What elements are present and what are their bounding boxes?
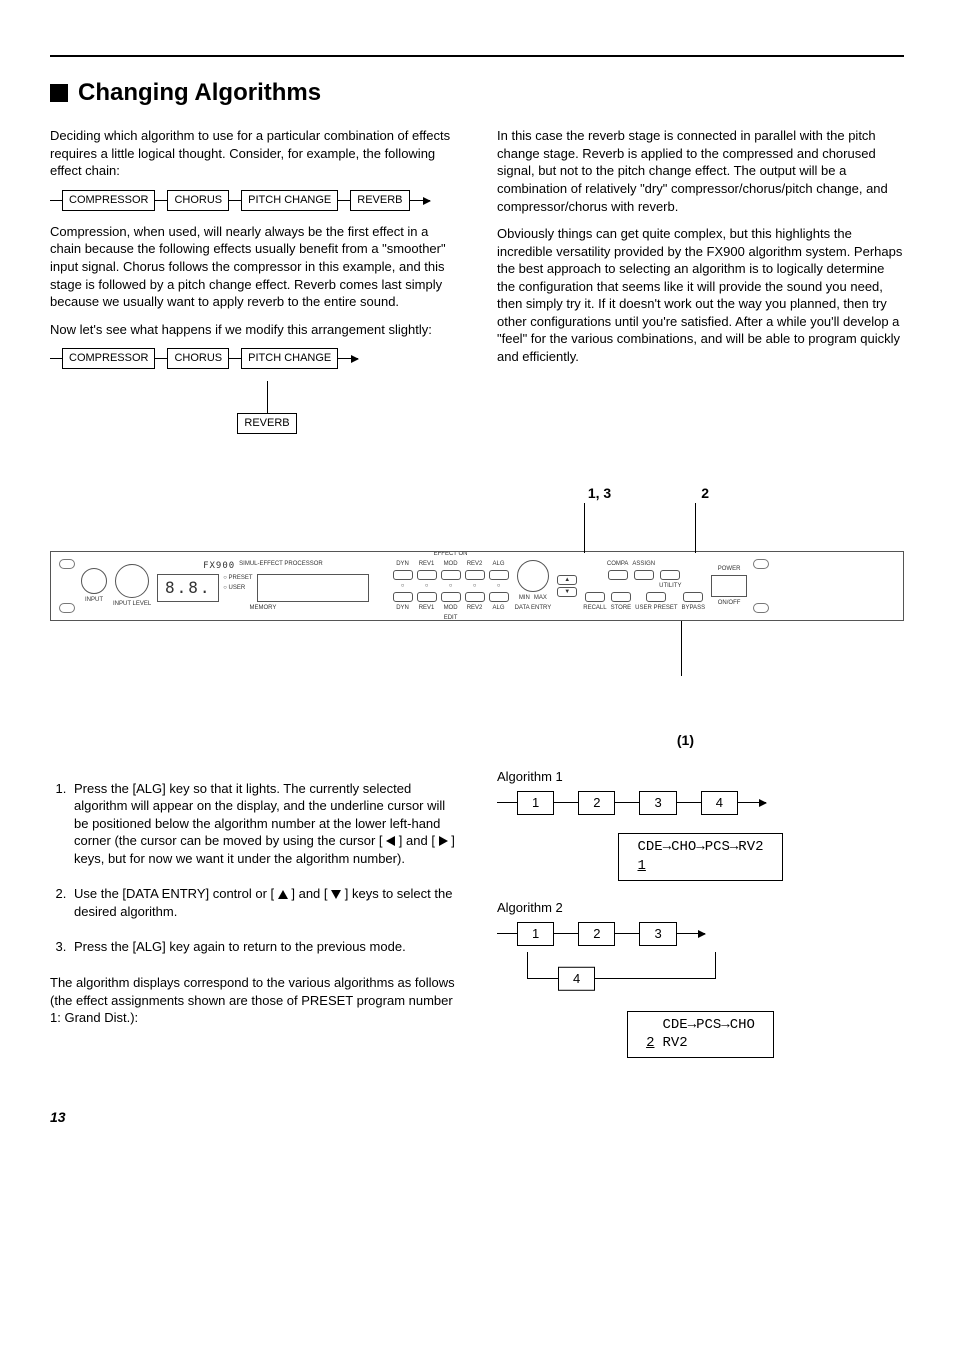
arrow-icon: [677, 933, 705, 934]
panel-numeric-display: 8.8.: [157, 574, 219, 602]
callout-1-leader: [50, 621, 904, 676]
two-column-layout: Deciding which algorithm to use for a pa…: [50, 127, 904, 433]
lower-right-column: Algorithm 1 1 2 3 4 CDE→CHO→PCS→RV2 1 Al…: [497, 750, 904, 1059]
effect-chain-1: COMPRESSOR CHORUS PITCH CHANGE REVERB: [50, 190, 457, 211]
steps-list: Press the [ALG] key so that it lights. T…: [50, 780, 457, 956]
front-panel-illustration: INPUT INPUT LEVEL FX900SIMUL-EFFECT PROC…: [50, 551, 904, 621]
arrow-icon: [738, 802, 766, 803]
lower-left-column: Press the [ALG] key so that it lights. T…: [50, 750, 457, 1059]
right-paragraph-2: Obviously things can get quite complex, …: [497, 225, 904, 365]
title-text: Changing Algorithms: [78, 77, 321, 109]
algorithm-1-title: Algorithm 1: [497, 768, 904, 786]
panel-leader-lines: [50, 503, 904, 553]
section-title: Changing Algorithms: [50, 77, 904, 109]
page-number: 13: [50, 1108, 904, 1127]
step-1: Press the [ALG] key so that it lights. T…: [70, 780, 457, 868]
closing-paragraph: The algorithm displays correspond to the…: [50, 974, 457, 1027]
callout-1-3: 1, 3: [588, 484, 611, 503]
cursor-right-icon: [439, 836, 448, 846]
intro-paragraph: Deciding which algorithm to use for a pa…: [50, 127, 457, 180]
chain1-reverb: REVERB: [350, 190, 409, 211]
right-paragraph-1: In this case the reverb stage is connect…: [497, 127, 904, 215]
arrow-icon: [410, 200, 430, 201]
cursor-up-icon: [278, 890, 288, 899]
square-bullet-icon: [50, 84, 68, 102]
power-button: [711, 575, 747, 597]
algorithm-1-diagram: 1 2 3 4: [497, 791, 904, 815]
chain1-pitch-change: PITCH CHANGE: [241, 190, 338, 211]
effect-chain-2: COMPRESSOR CHORUS PITCH CHANGE REVERB: [50, 348, 457, 434]
panel-callout-labels: 1, 3 2: [50, 484, 904, 503]
algorithm-2-display: 2 CDE→PCS→CHO RV2: [627, 1011, 774, 1059]
panel-lcd: [257, 574, 369, 602]
cursor-down-icon: [331, 890, 341, 899]
chain2-pitch-change: PITCH CHANGE: [241, 348, 338, 369]
lower-two-column: Press the [ALG] key so that it lights. T…: [50, 750, 904, 1059]
down-button: ▼: [557, 587, 577, 597]
chain2-chorus: CHORUS: [167, 348, 229, 369]
left-column: Deciding which algorithm to use for a pa…: [50, 127, 457, 433]
callout-2: 2: [701, 484, 709, 503]
algorithm-2-title: Algorithm 2: [497, 899, 904, 917]
alg-button: [489, 570, 509, 580]
chain1-chorus: CHORUS: [167, 190, 229, 211]
top-rule: [50, 55, 904, 57]
up-button: ▲: [557, 575, 577, 585]
right-column: In this case the reverb stage is connect…: [497, 127, 904, 433]
algorithm-1-display: CDE→CHO→PCS→RV2 1: [618, 833, 782, 881]
step-3: Press the [ALG] key again to return to t…: [70, 938, 457, 956]
algorithm-2-diagram: 1 2 3 4: [497, 922, 904, 979]
arrow-icon: [338, 358, 358, 359]
chain2-reverb: REVERB: [237, 413, 296, 434]
callout-1: (1): [50, 731, 904, 750]
step-2: Use the [DATA ENTRY] control or [ ] and …: [70, 885, 457, 920]
paragraph-3: Now let's see what happens if we modify …: [50, 321, 457, 339]
data-entry-knob: [517, 560, 549, 592]
paragraph-2: Compression, when used, will nearly alwa…: [50, 223, 457, 311]
chain2-compressor: COMPRESSOR: [62, 348, 155, 369]
chain1-compressor: COMPRESSOR: [62, 190, 155, 211]
cursor-left-icon: [386, 836, 395, 846]
